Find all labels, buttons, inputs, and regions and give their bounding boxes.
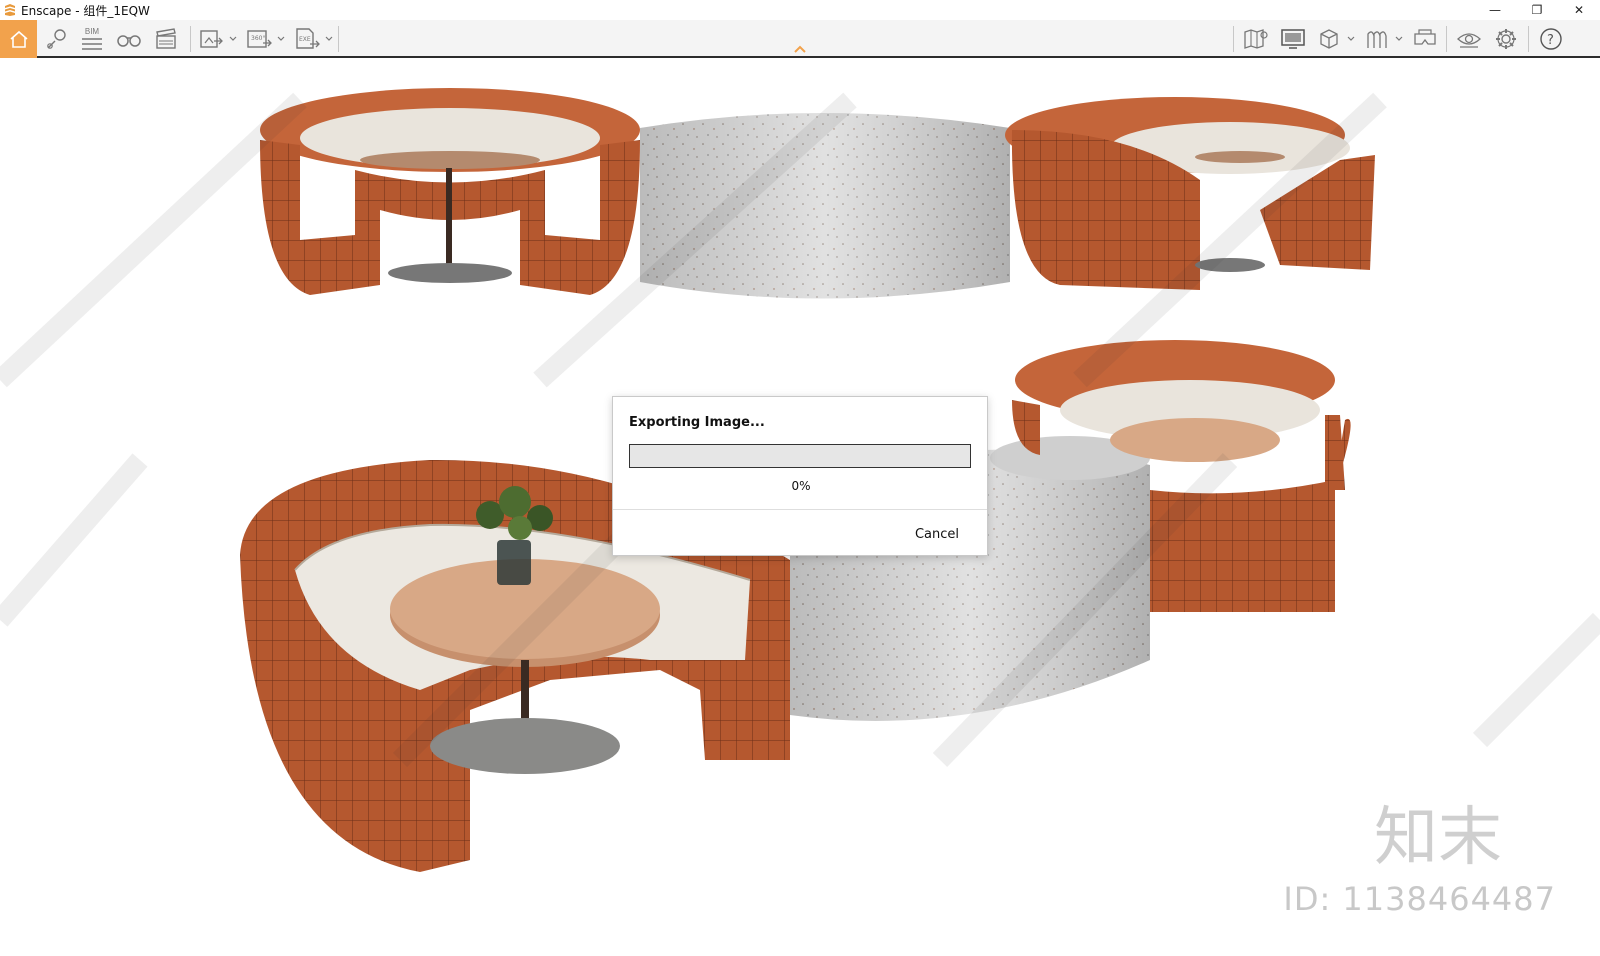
materials-icon [1367,31,1387,48]
toolbar-separator [190,26,191,52]
settings-icon [1496,29,1516,49]
progress-bar [629,444,971,468]
help-button[interactable]: ? [1535,22,1567,56]
monitor-button[interactable] [1277,22,1309,56]
clapper-icon [156,28,176,49]
svg-text:?: ? [1547,33,1554,48]
location-pin-icon [47,29,66,49]
vr-headset-button[interactable] [1410,22,1440,56]
exe-export-button[interactable]: EXE [292,22,322,56]
chevron-down-icon[interactable] [324,32,334,46]
video-editor-button[interactable] [151,22,181,56]
chevron-down-icon[interactable] [1394,32,1404,46]
booth-top-left [260,88,640,295]
terrazzo-cylinder-top [640,113,1010,299]
minimize-button[interactable]: — [1474,0,1516,20]
window-title: Enscape - 组件_1EQW [21,3,150,18]
screenshot-export-button[interactable] [197,22,225,56]
visibility-button[interactable] [1453,22,1485,56]
collapse-toolbar-icon[interactable] [792,43,808,55]
watermark-id: ID: 1138464487 [1283,880,1556,918]
vr-headset-icon [1414,29,1436,45]
cancel-button[interactable]: Cancel [907,523,967,545]
map-icon [1244,29,1268,49]
chevron-down-icon[interactable] [276,32,286,46]
view-management-button[interactable] [42,22,72,56]
home-icon [9,30,28,48]
enscape-logo-icon [5,4,15,16]
toolbar-separator [1233,26,1234,52]
bim-button[interactable]: BIM [77,22,107,56]
home-button[interactable] [0,20,37,58]
panorama-360-icon: 360° [247,30,272,48]
materials-button[interactable] [1362,22,1392,56]
map-button[interactable] [1240,22,1272,56]
progress-percent: 0% [791,479,811,493]
exe-export-icon: EXE [296,28,320,49]
monitor-icon [1281,29,1305,49]
bim-label: BIM [84,27,100,36]
watermark-logo: 知末 [1374,801,1502,875]
toolbar: BIM 360° EXE ? [0,20,1600,58]
chevron-down-icon[interactable] [228,32,238,46]
settings-button[interactable] [1490,22,1522,56]
toolbar-separator [1528,26,1529,52]
title-bar: Enscape - 组件_1EQW — ❐ ✕ [0,0,1600,20]
booth-top-right [1005,97,1375,290]
help-icon: ? [1540,28,1562,50]
toolbar-separator [1446,26,1447,52]
svg-text:360°: 360° [251,35,265,42]
binoculars-icon [117,35,141,47]
visibility-icon [1457,33,1481,48]
cube-view-button[interactable] [1314,22,1344,56]
chevron-down-icon[interactable] [1346,32,1356,46]
toolbar-separator [338,26,339,52]
cube-view-icon [1320,29,1338,49]
bim-icon [82,38,102,50]
svg-text:EXE: EXE [299,36,311,43]
close-button[interactable]: ✕ [1558,0,1600,20]
screenshot-export-icon [200,30,223,48]
export-progress-dialog: Exporting Image... 0% Cancel [612,396,988,556]
restore-button[interactable]: ❐ [1516,0,1558,20]
window-controls: — ❐ ✕ [1474,0,1600,20]
dialog-title: Exporting Image... [629,415,765,430]
panorama-export-button[interactable]: 360° [244,22,274,56]
dialog-divider [613,509,987,510]
binoculars-button[interactable] [114,22,144,56]
